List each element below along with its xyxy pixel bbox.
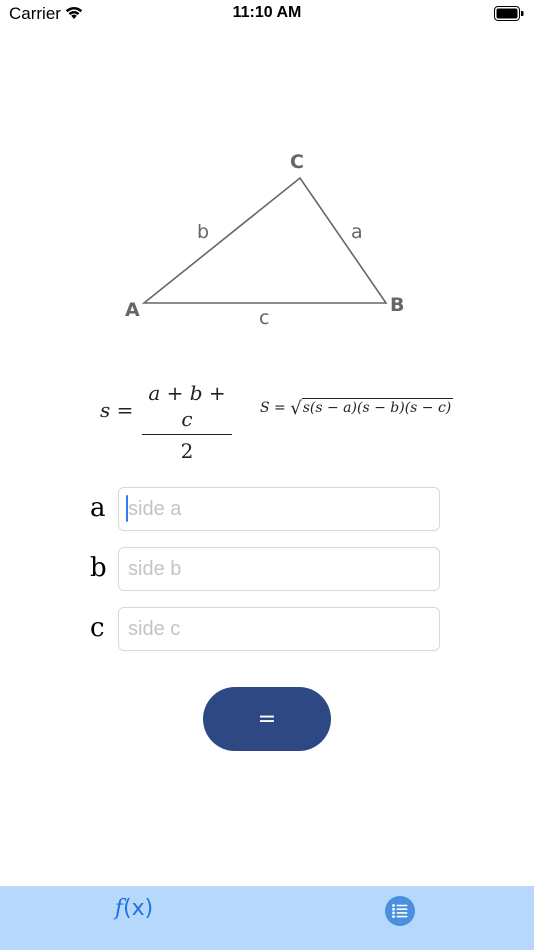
tab-list[interactable] xyxy=(385,896,415,926)
vertex-label-a: A xyxy=(125,299,140,321)
semi-perimeter-formula: s = a + b + c 2 xyxy=(100,380,240,463)
text-caret xyxy=(126,495,128,522)
tab-function[interactable]: f(x) xyxy=(104,896,164,926)
side-label-a: a xyxy=(351,221,363,243)
formula-heron-lhs: S = xyxy=(260,400,286,416)
triangle-shape xyxy=(141,176,388,304)
vertex-label-b: B xyxy=(390,294,404,316)
input-row-c: c xyxy=(90,607,442,653)
clock-time: 11:10 AM xyxy=(232,4,302,21)
formula-s-fraction: a + b + c 2 xyxy=(142,380,232,463)
square-root-icon: √ xyxy=(290,398,302,419)
formula-heron-radicand: s(s − a)(s − b)(s − c) xyxy=(301,398,454,416)
tab-bar: f(x) xyxy=(0,886,534,950)
calculate-button[interactable]: = xyxy=(203,687,331,751)
battery-icon xyxy=(494,6,524,26)
input-row-b: b xyxy=(90,547,442,593)
input-row-a: a xyxy=(90,487,442,533)
side-b-input[interactable] xyxy=(118,547,440,591)
fraction-bar xyxy=(142,434,232,435)
side-label-c: c xyxy=(259,307,269,329)
side-c-label: c xyxy=(90,613,105,643)
tab-function-label: (x) xyxy=(122,896,154,921)
list-icon xyxy=(385,896,415,926)
side-b-label: b xyxy=(90,553,107,583)
triangle-diagram: C A B b a c xyxy=(125,151,404,329)
side-c-input[interactable] xyxy=(118,607,440,651)
formula-s-lhs: s = xyxy=(100,398,134,422)
function-icon: f xyxy=(114,896,123,921)
status-bar: Carrier 11:10 AM xyxy=(0,0,534,28)
heron-formula: S = √s(s − a)(s − b)(s − c) xyxy=(260,396,460,422)
formula-s-numerator: a + b + c xyxy=(148,381,226,431)
side-label-b: b xyxy=(197,221,209,243)
formula-s-denominator: 2 xyxy=(180,439,194,463)
side-a-label: a xyxy=(90,493,106,523)
app-screen: Carrier 11:10 AM C A B b a c s = a + b +… xyxy=(0,0,534,950)
vertex-label-c: C xyxy=(290,151,304,173)
side-a-input[interactable] xyxy=(118,487,440,531)
